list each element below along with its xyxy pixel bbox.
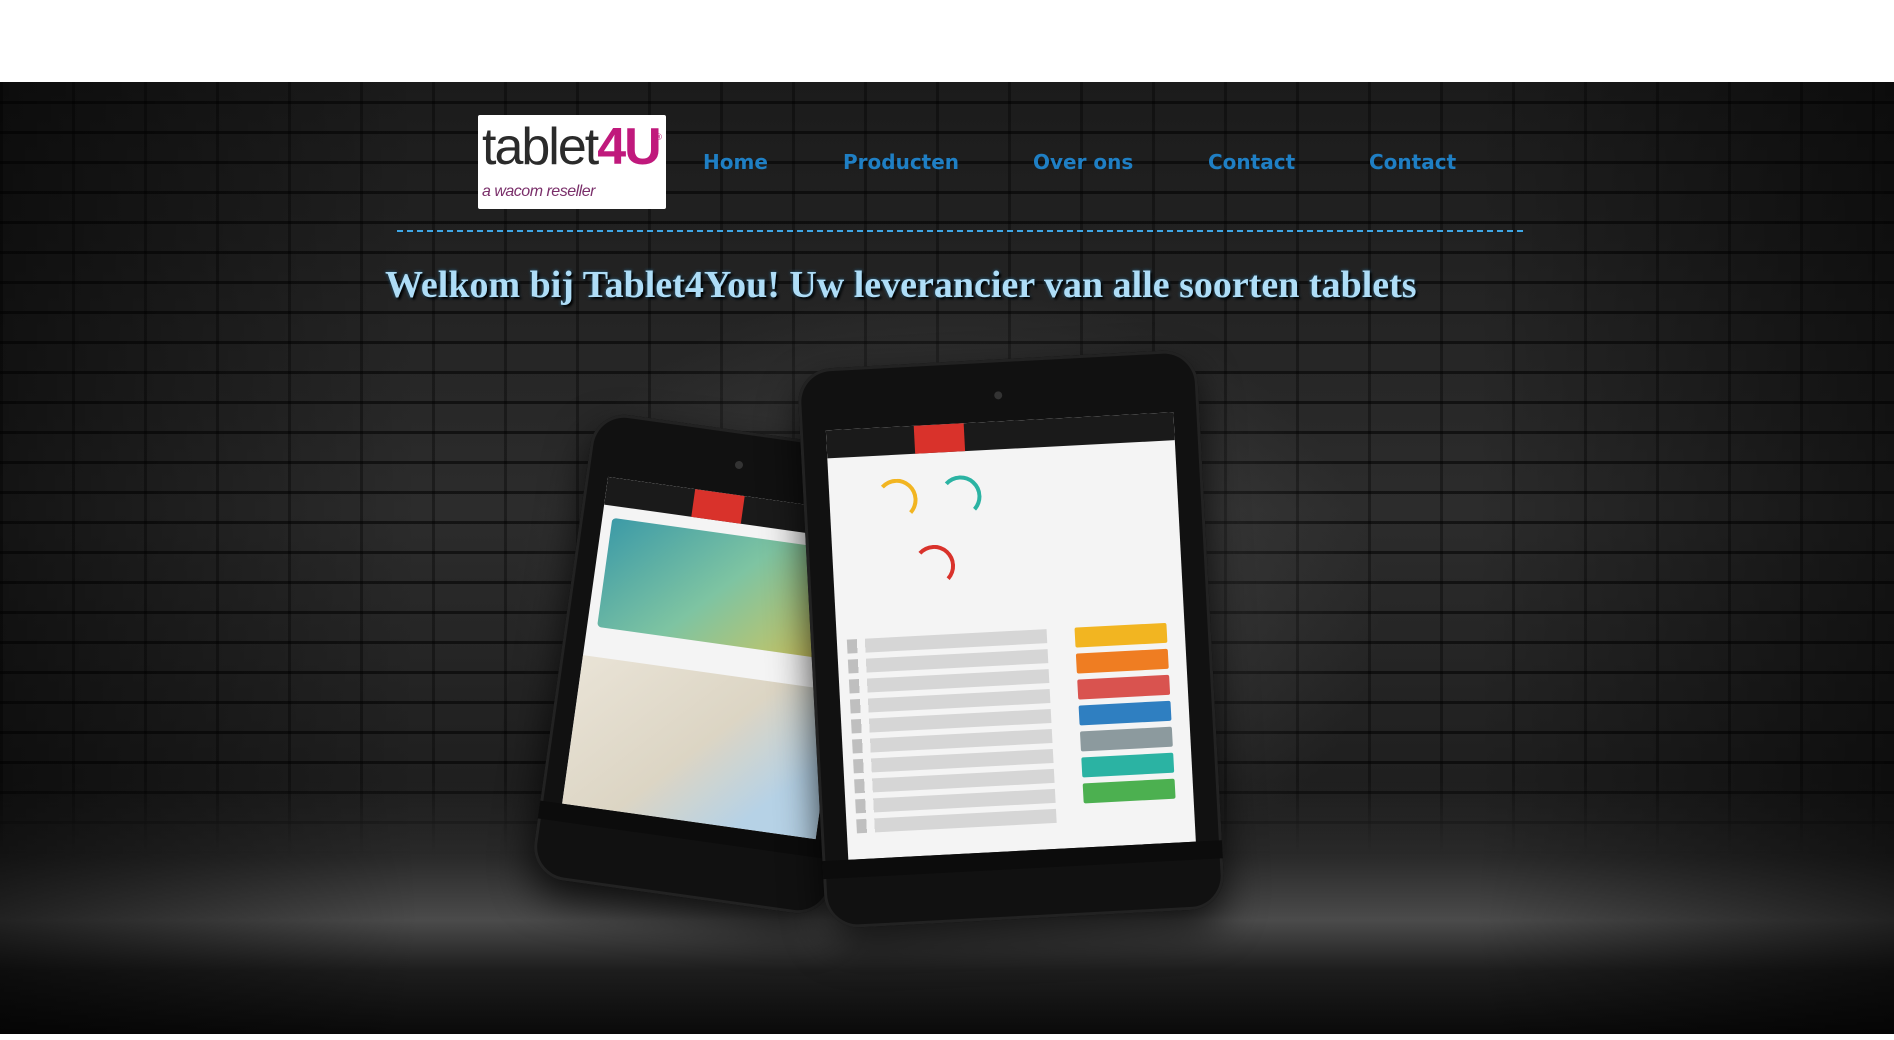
- nav-home[interactable]: Home: [703, 150, 768, 174]
- logo-accent-text: 4U: [597, 118, 662, 176]
- nav-contact[interactable]: Contact: [1208, 150, 1295, 174]
- logo-text: tablet: [482, 118, 599, 176]
- logo-registered-mark: ®: [654, 133, 663, 143]
- nav-contact-2[interactable]: Contact: [1369, 150, 1456, 174]
- storage-gauge: [938, 474, 983, 519]
- tablet-screen-front: [825, 412, 1196, 860]
- device-actions: [1074, 622, 1176, 810]
- hero-tablets-image: [511, 339, 1260, 959]
- internal-storage-gauge: [911, 543, 957, 588]
- memory-gauge: [874, 477, 919, 522]
- camera-dot: [994, 391, 1003, 400]
- site-logo[interactable]: tablet4U ® a wacom reseller: [478, 115, 666, 209]
- logo-tagline: a wacom reseller: [482, 183, 595, 200]
- camera-dot: [734, 460, 744, 470]
- dashed-divider: [397, 230, 1523, 232]
- top-blank-bar: [0, 0, 1894, 82]
- welcome-headline: Welkom bij Tablet4You! Uw leverancier va…: [385, 264, 1417, 306]
- process-list: [846, 629, 1057, 839]
- nav-producten[interactable]: Producten: [843, 150, 959, 174]
- nav-over-ons[interactable]: Over ons: [1033, 150, 1133, 174]
- tablet-front: [796, 348, 1226, 930]
